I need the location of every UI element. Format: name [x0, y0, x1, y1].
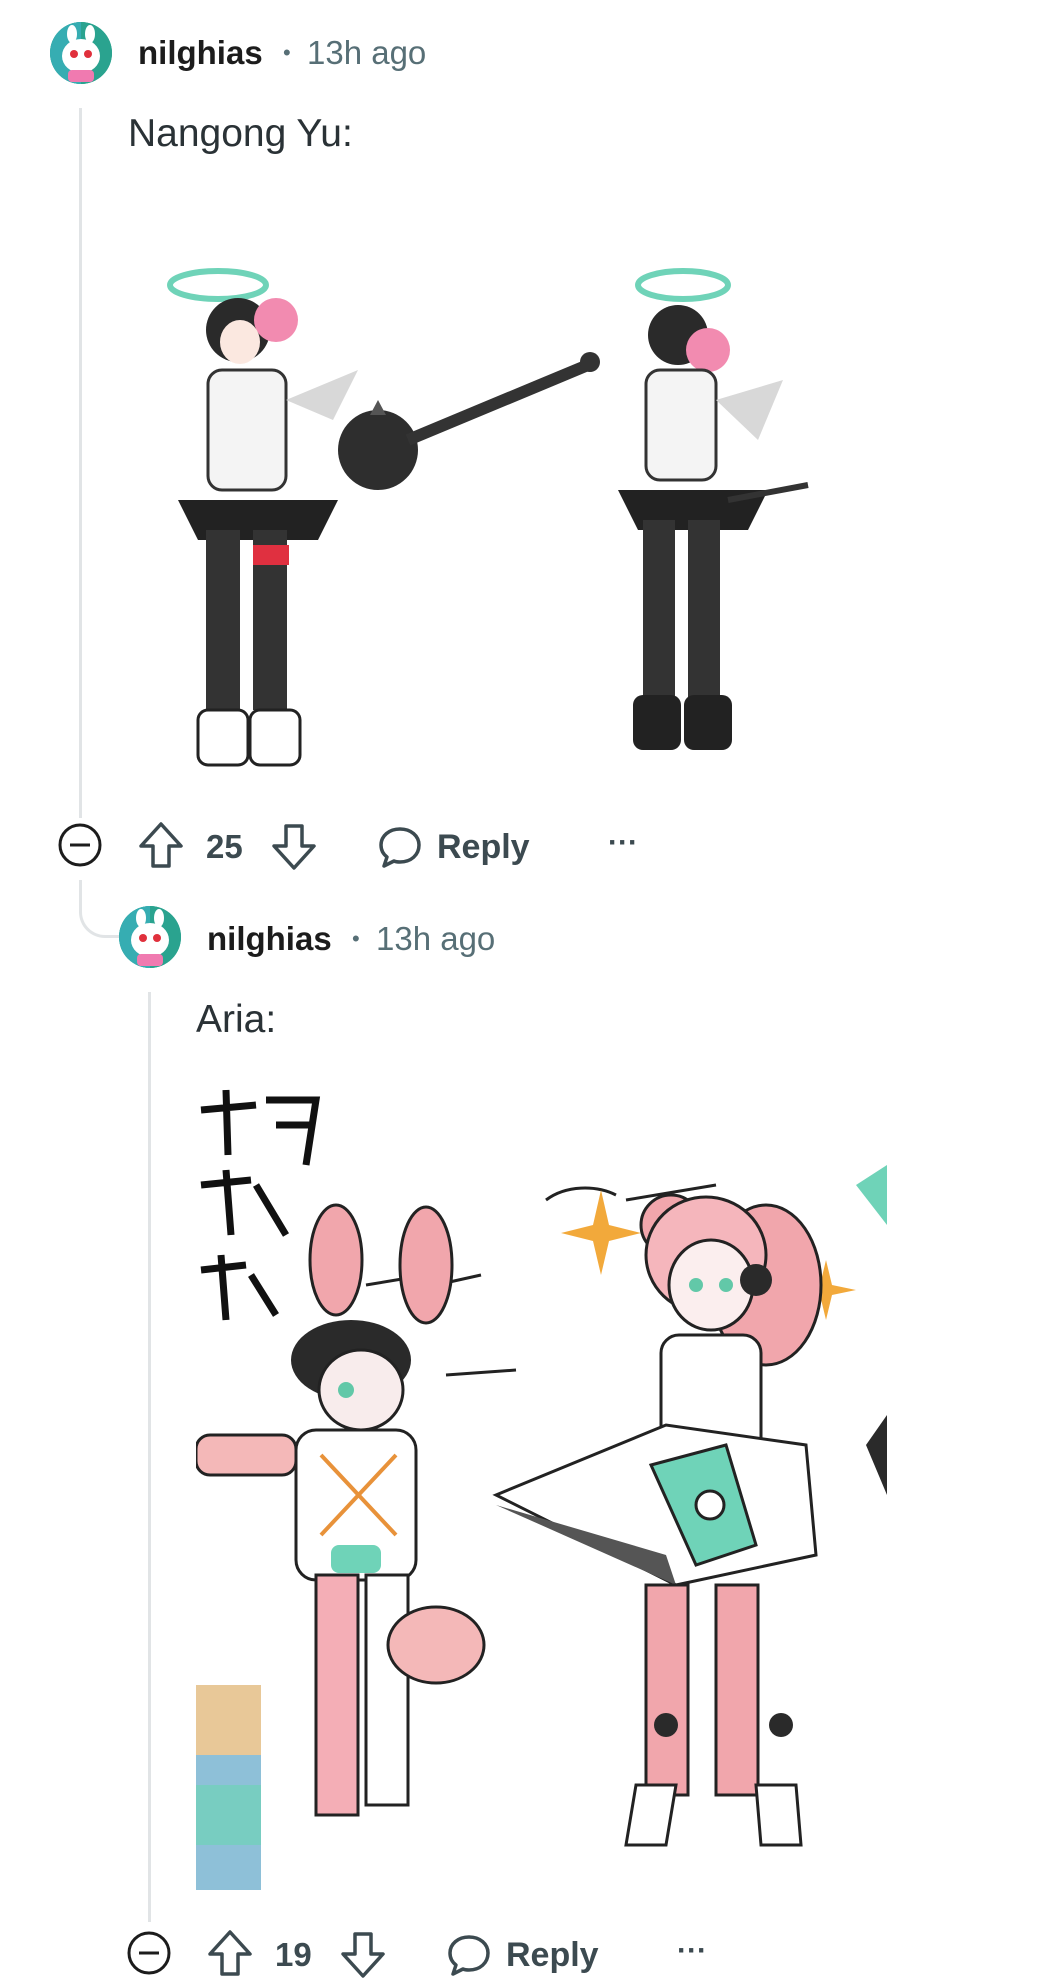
collapse-button[interactable] — [57, 822, 103, 868]
upvote-button[interactable] — [206, 1928, 254, 1978]
minus-circle-icon — [127, 1931, 171, 1975]
character-sketch-image — [196, 1085, 887, 1895]
upvote-button[interactable] — [137, 820, 185, 870]
comment-text: Aria: — [196, 998, 277, 1041]
character-art-image — [167, 268, 809, 767]
separator-dot: • — [283, 40, 291, 65]
username[interactable]: nilghias — [138, 34, 263, 72]
thread-line-2[interactable] — [148, 992, 151, 1922]
downvote-button[interactable] — [339, 1930, 387, 1980]
minus-circle-icon — [58, 823, 102, 867]
more-options-button[interactable]: ··· — [608, 826, 638, 860]
reply-label: Reply — [506, 1935, 599, 1974]
vote-count: 25 — [206, 828, 243, 865]
comment-text: Nangong Yu: — [128, 112, 353, 155]
timestamp[interactable]: 13h ago — [307, 34, 426, 72]
downvote-button[interactable] — [270, 822, 318, 872]
arrow-down-icon — [272, 824, 316, 870]
collapse-button[interactable] — [126, 1930, 172, 1976]
speech-bubble-icon — [377, 824, 423, 870]
comment-image[interactable] — [128, 200, 828, 800]
speech-bubble-icon — [446, 1932, 492, 1978]
arrow-down-icon — [341, 1932, 385, 1978]
arrow-up-icon — [139, 822, 183, 868]
reply-label: Reply — [437, 827, 530, 866]
thread-line-1[interactable] — [79, 108, 82, 818]
arrow-up-icon — [208, 1930, 252, 1976]
avatar[interactable] — [50, 22, 112, 84]
comment-image[interactable] — [196, 1085, 887, 1895]
snoo-avatar-icon — [119, 906, 181, 968]
reply-button[interactable]: Reply — [446, 1932, 599, 1978]
thread-connector — [79, 880, 122, 938]
username[interactable]: nilghias — [207, 920, 332, 958]
avatar[interactable] — [119, 906, 181, 968]
snoo-avatar-icon — [50, 22, 112, 84]
timestamp[interactable]: 13h ago — [376, 920, 495, 958]
separator-dot: • — [352, 926, 360, 951]
reply-button[interactable]: Reply — [377, 824, 530, 870]
vote-count: 19 — [275, 1936, 312, 1973]
